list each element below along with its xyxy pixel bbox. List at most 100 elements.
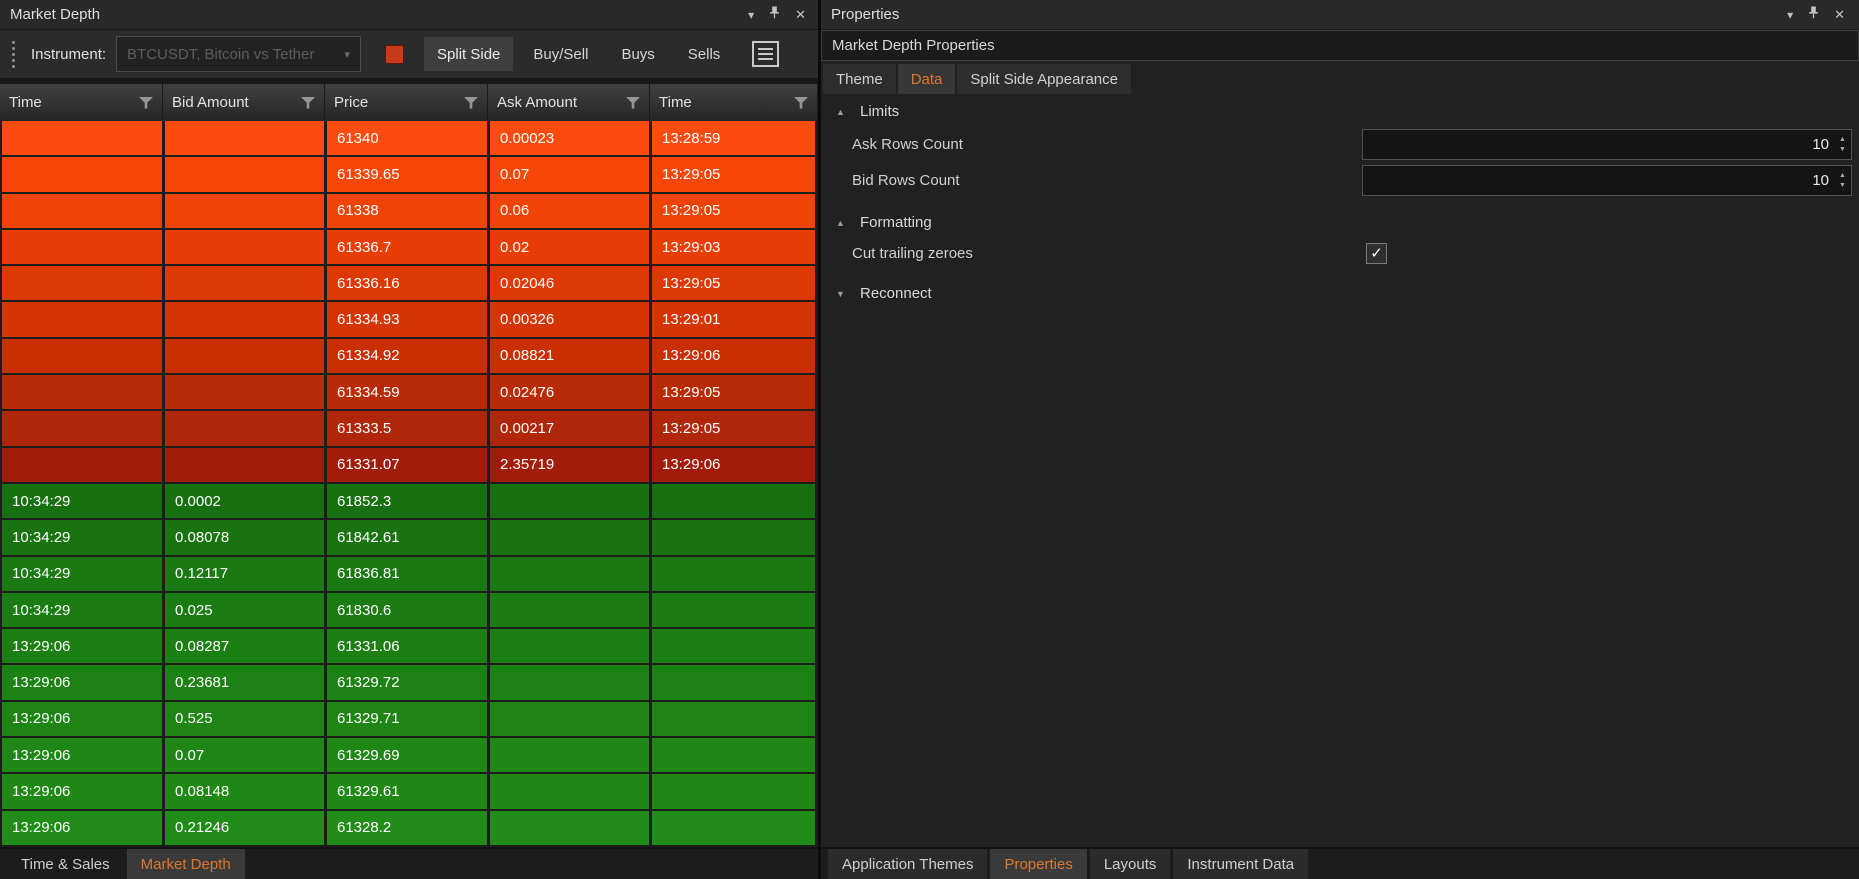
- cell-time[interactable]: [2, 375, 165, 409]
- column-header-ask-amount[interactable]: Ask Amount: [488, 84, 650, 121]
- table-row-bid[interactable]: 13:29:060.2124661328.2: [0, 811, 818, 847]
- table-row-ask[interactable]: 61339.650.0713:29:05: [0, 157, 818, 193]
- cell-time-2[interactable]: [652, 811, 818, 845]
- table-row-ask[interactable]: 61336.70.0213:29:03: [0, 230, 818, 266]
- cell-ask-amount[interactable]: [490, 702, 652, 736]
- cell-time[interactable]: 13:29:06: [2, 774, 165, 808]
- cell-price[interactable]: 61329.61: [327, 774, 490, 808]
- cell-price[interactable]: 61331.06: [327, 629, 490, 663]
- cell-bid-amount[interactable]: [165, 230, 327, 264]
- cell-bid-amount[interactable]: [165, 194, 327, 228]
- cell-price[interactable]: 61339.65: [327, 157, 490, 191]
- table-row-bid[interactable]: 13:29:060.2368161329.72: [0, 665, 818, 701]
- table-row-bid[interactable]: 13:29:060.0814861329.61: [0, 774, 818, 810]
- tab-instrument-data[interactable]: Instrument Data: [1173, 849, 1308, 879]
- cell-ask-amount[interactable]: [490, 629, 652, 663]
- cell-price[interactable]: 61836.81: [327, 557, 490, 591]
- table-row-ask[interactable]: 61333.50.0021713:29:05: [0, 411, 818, 447]
- cell-time[interactable]: 13:29:06: [2, 811, 165, 845]
- spin-down-icon[interactable]: ▼: [1839, 146, 1846, 153]
- spin-up-icon[interactable]: ▲: [1839, 136, 1846, 143]
- tab-layouts[interactable]: Layouts: [1090, 849, 1171, 879]
- cell-price[interactable]: 61334.93: [327, 302, 490, 336]
- table-row-bid[interactable]: 13:29:060.0761329.69: [0, 738, 818, 774]
- section-reconnect[interactable]: ▼ Reconnect: [821, 279, 1859, 308]
- close-panel-icon[interactable]: ✕: [1834, 8, 1845, 21]
- cell-time-2[interactable]: 13:29:05: [652, 266, 818, 300]
- column-header-time-ask[interactable]: Time: [650, 84, 818, 121]
- table-row-ask[interactable]: 613380.0613:29:05: [0, 194, 818, 230]
- table-row-bid[interactable]: 13:29:060.0828761331.06: [0, 629, 818, 665]
- cut-trailing-zeroes-checkbox[interactable]: ✓: [1366, 243, 1387, 264]
- cell-time-2[interactable]: [652, 520, 818, 554]
- table-row-ask[interactable]: 61334.920.0882113:29:06: [0, 339, 818, 375]
- cell-price[interactable]: 61842.61: [327, 520, 490, 554]
- cell-price[interactable]: 61328.2: [327, 811, 490, 845]
- cell-time[interactable]: [2, 194, 165, 228]
- list-view-icon[interactable]: [752, 41, 779, 67]
- cell-time-2[interactable]: 13:28:59: [652, 121, 818, 155]
- cell-ask-amount[interactable]: [490, 593, 652, 627]
- cell-time[interactable]: 13:29:06: [2, 702, 165, 736]
- cell-time-2[interactable]: 13:29:05: [652, 157, 818, 191]
- cell-time-2[interactable]: 13:29:05: [652, 411, 818, 445]
- cell-time-2[interactable]: 13:29:06: [652, 448, 818, 482]
- cell-time[interactable]: 10:34:29: [2, 557, 165, 591]
- cell-time[interactable]: [2, 411, 165, 445]
- drag-handle-icon[interactable]: [12, 41, 15, 68]
- pin-icon[interactable]: [769, 6, 780, 23]
- table-row-bid[interactable]: 10:34:290.0807861842.61: [0, 520, 818, 556]
- cell-ask-amount[interactable]: [490, 738, 652, 772]
- tab-theme[interactable]: Theme: [823, 64, 896, 94]
- table-row-bid[interactable]: 10:34:290.000261852.3: [0, 484, 818, 520]
- cell-time-2[interactable]: 13:29:05: [652, 194, 818, 228]
- cell-bid-amount[interactable]: 0.525: [165, 702, 327, 736]
- view-mode-sells[interactable]: Sells: [675, 37, 734, 71]
- tab-data[interactable]: Data: [898, 64, 956, 94]
- pin-icon[interactable]: [1808, 6, 1819, 23]
- cell-price[interactable]: 61331.07: [327, 448, 490, 482]
- cell-ask-amount[interactable]: [490, 484, 652, 518]
- cell-time[interactable]: [2, 302, 165, 336]
- cell-time-2[interactable]: 13:29:06: [652, 339, 818, 373]
- cell-bid-amount[interactable]: [165, 266, 327, 300]
- cell-bid-amount[interactable]: 0.08287: [165, 629, 327, 663]
- cell-ask-amount[interactable]: 0.00023: [490, 121, 652, 155]
- cell-time[interactable]: [2, 266, 165, 300]
- cell-ask-amount[interactable]: 0.02: [490, 230, 652, 264]
- cell-time[interactable]: 13:29:06: [2, 629, 165, 663]
- cell-time[interactable]: 13:29:06: [2, 665, 165, 699]
- cell-bid-amount[interactable]: 0.23681: [165, 665, 327, 699]
- cell-time-2[interactable]: [652, 593, 818, 627]
- cell-price[interactable]: 61329.71: [327, 702, 490, 736]
- cell-bid-amount[interactable]: [165, 302, 327, 336]
- table-row-ask[interactable]: 61334.590.0247613:29:05: [0, 375, 818, 411]
- instrument-color-button[interactable]: [385, 45, 404, 64]
- cell-bid-amount[interactable]: 0.07: [165, 738, 327, 772]
- cell-time-2[interactable]: [652, 665, 818, 699]
- cell-bid-amount[interactable]: [165, 411, 327, 445]
- cell-ask-amount[interactable]: 0.07: [490, 157, 652, 191]
- cell-price[interactable]: 61329.72: [327, 665, 490, 699]
- cell-ask-amount[interactable]: 0.02046: [490, 266, 652, 300]
- cell-time-2[interactable]: 13:29:01: [652, 302, 818, 336]
- cell-time-2[interactable]: [652, 629, 818, 663]
- cell-bid-amount[interactable]: 0.0002: [165, 484, 327, 518]
- tab-market-depth[interactable]: Market Depth: [127, 849, 245, 879]
- cell-time[interactable]: 10:34:29: [2, 593, 165, 627]
- cell-time[interactable]: [2, 339, 165, 373]
- tab-properties[interactable]: Properties: [990, 849, 1086, 879]
- cell-bid-amount[interactable]: [165, 375, 327, 409]
- cell-price[interactable]: 61329.69: [327, 738, 490, 772]
- tab-split-side-appearance[interactable]: Split Side Appearance: [957, 64, 1131, 94]
- cell-time[interactable]: [2, 448, 165, 482]
- cell-time[interactable]: 10:34:29: [2, 484, 165, 518]
- cell-time-2[interactable]: [652, 738, 818, 772]
- cell-ask-amount[interactable]: [490, 811, 652, 845]
- cell-bid-amount[interactable]: 0.08148: [165, 774, 327, 808]
- column-header-price[interactable]: Price: [325, 84, 488, 121]
- cell-price[interactable]: 61336.7: [327, 230, 490, 264]
- cell-bid-amount[interactable]: [165, 339, 327, 373]
- cell-price[interactable]: 61340: [327, 121, 490, 155]
- cell-time[interactable]: 13:29:06: [2, 738, 165, 772]
